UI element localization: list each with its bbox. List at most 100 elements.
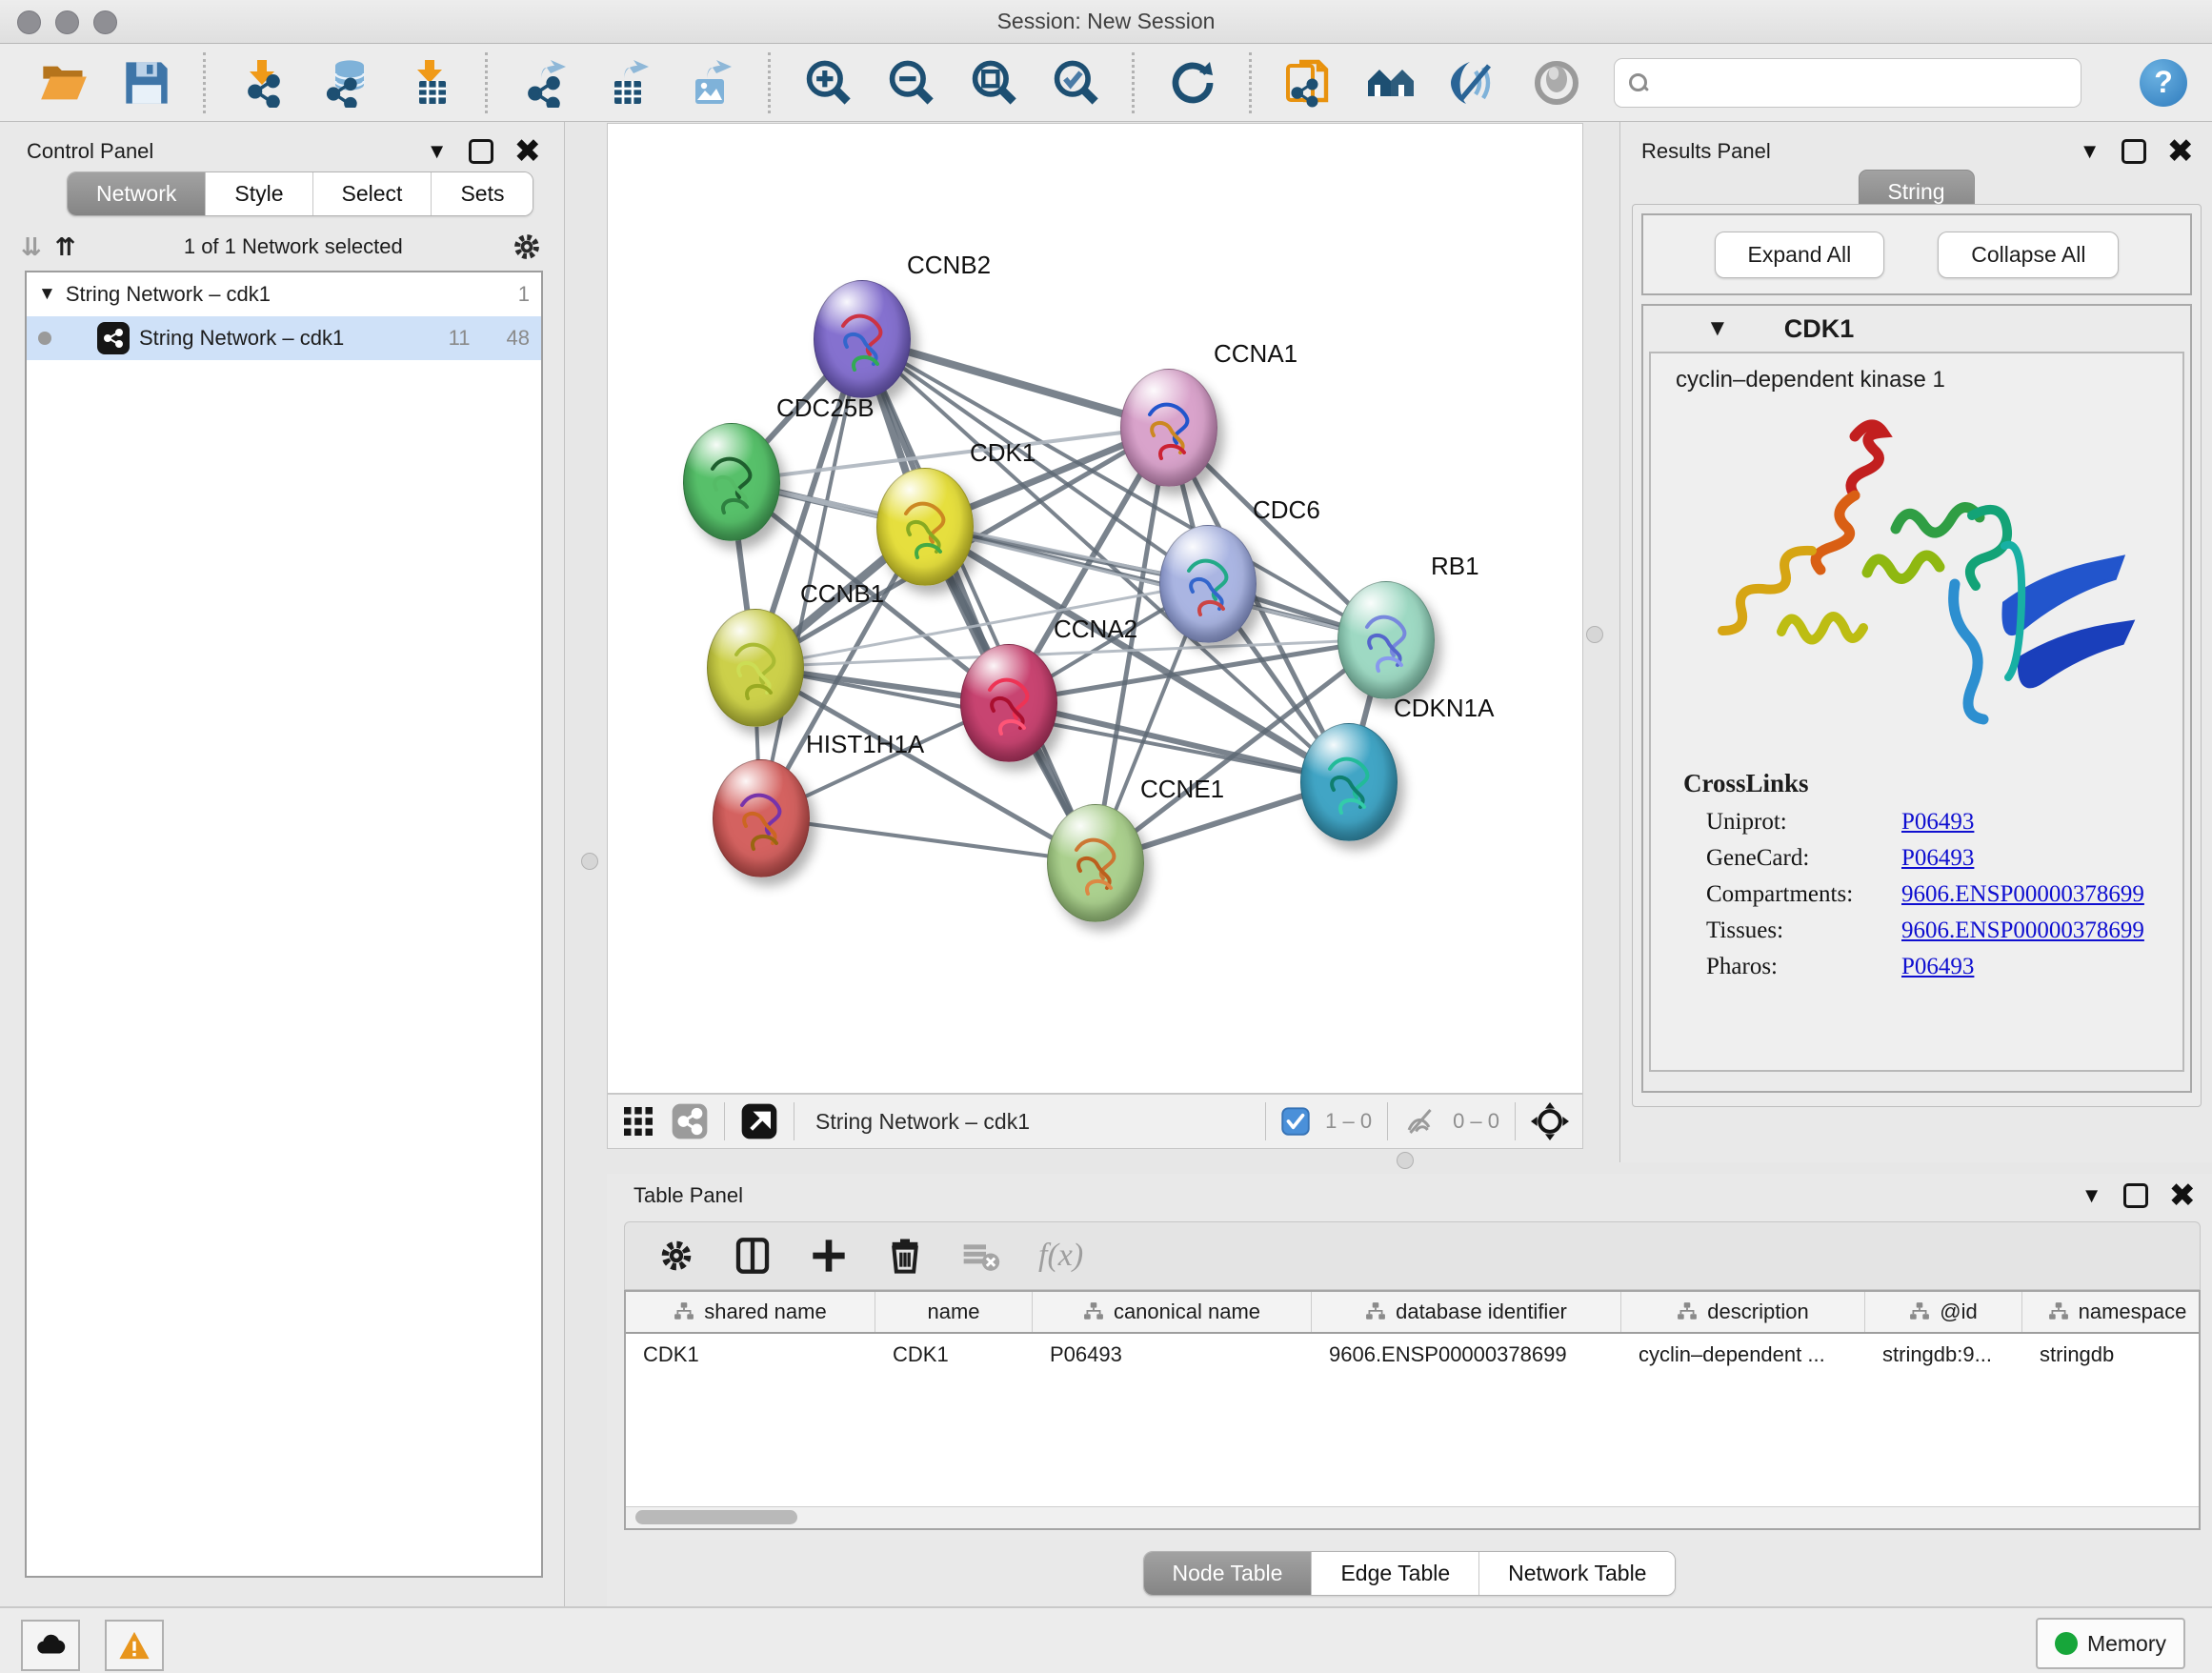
column-header-namespace[interactable]: namespace bbox=[2022, 1292, 2201, 1332]
table-cell[interactable]: 9606.ENSP00000378699 bbox=[1312, 1334, 1621, 1376]
delete-table-icon[interactable] bbox=[962, 1237, 1000, 1275]
tab-style[interactable]: Style bbox=[206, 172, 312, 215]
show-selection-icon[interactable] bbox=[1531, 56, 1582, 110]
collapse-all-icon[interactable]: ⇊ bbox=[21, 234, 42, 259]
hscrollbar-thumb[interactable] bbox=[635, 1510, 797, 1524]
collapse-entry-icon[interactable]: ▼ bbox=[1706, 315, 1729, 342]
export-network-icon[interactable] bbox=[519, 56, 571, 110]
cloud-status-button[interactable] bbox=[21, 1620, 80, 1671]
float-panel-icon[interactable]: ▼ bbox=[2081, 1185, 2102, 1206]
column-header-database-identifier[interactable]: database identifier bbox=[1312, 1292, 1621, 1332]
zoom-in-icon[interactable] bbox=[802, 56, 854, 110]
birdseye-view-icon[interactable] bbox=[740, 1102, 778, 1140]
column-header-name[interactable]: name bbox=[875, 1292, 1033, 1332]
tab-edge-table[interactable]: Edge Table bbox=[1312, 1552, 1479, 1595]
table-cell[interactable]: cyclin–dependent ... bbox=[1621, 1334, 1865, 1376]
table-cell[interactable]: CDK1 bbox=[875, 1334, 1033, 1376]
string-view-icon[interactable] bbox=[671, 1102, 709, 1140]
edge-CCNB2-CCNE1[interactable] bbox=[861, 338, 1095, 862]
node-CDC25B[interactable] bbox=[683, 423, 780, 541]
tab-network[interactable]: Network bbox=[68, 172, 206, 215]
column-header-@id[interactable]: @id bbox=[1865, 1292, 2022, 1332]
refresh-icon[interactable] bbox=[1166, 56, 1217, 110]
table-row[interactable]: CDK1CDK1P064939606.ENSP00000378699cyclin… bbox=[626, 1334, 2199, 1376]
column-header-shared-name[interactable]: shared name bbox=[626, 1292, 875, 1332]
node-CDC6[interactable] bbox=[1159, 525, 1257, 643]
zoom-out-icon[interactable] bbox=[884, 56, 935, 110]
export-table-icon[interactable] bbox=[602, 56, 654, 110]
zoom-selected-icon[interactable] bbox=[1050, 56, 1101, 110]
expand-all-icon[interactable]: ⇈ bbox=[55, 234, 76, 259]
import-network-icon[interactable] bbox=[237, 56, 289, 110]
show-columns-icon[interactable] bbox=[734, 1237, 772, 1275]
node-CDK1[interactable] bbox=[876, 468, 974, 586]
gene-entry-header[interactable]: ▼ CDK1 bbox=[1643, 306, 2190, 352]
selected-checkbox-icon[interactable] bbox=[1281, 1107, 1310, 1136]
crosslink-link[interactable]: P06493 bbox=[1901, 845, 1974, 872]
node-CDKN1A[interactable] bbox=[1300, 723, 1398, 841]
crosslink-link[interactable]: P06493 bbox=[1901, 809, 1974, 836]
network-canvas[interactable]: CCNB2 CCNA1 CDC25B CDK1 CDC6 RB1 CCNB1 bbox=[607, 123, 1583, 1094]
close-panel-icon[interactable]: ✖ bbox=[2167, 135, 2195, 168]
network-options-gear-icon[interactable] bbox=[511, 231, 543, 263]
crosslink-link[interactable]: 9606.ENSP00000378699 bbox=[1901, 917, 2144, 944]
import-database-icon[interactable] bbox=[320, 56, 372, 110]
column-header-description[interactable]: description bbox=[1621, 1292, 1865, 1332]
zoom-fit-icon[interactable] bbox=[967, 56, 1018, 110]
tab-sets[interactable]: Sets bbox=[432, 172, 533, 215]
hide-selection-icon[interactable] bbox=[1448, 56, 1499, 110]
node-RB1[interactable] bbox=[1337, 581, 1435, 699]
left-splitter-handle[interactable] bbox=[581, 853, 598, 870]
right-splitter-handle[interactable] bbox=[1586, 626, 1603, 643]
search-input[interactable] bbox=[1659, 70, 2067, 96]
node-CCNE1[interactable] bbox=[1047, 804, 1144, 922]
export-image-icon[interactable] bbox=[685, 56, 736, 110]
network-collection-row[interactable]: ▼ String Network – cdk1 1 bbox=[27, 272, 541, 316]
close-panel-icon[interactable]: ✖ bbox=[2169, 1179, 2197, 1212]
grid-view-icon[interactable] bbox=[621, 1104, 655, 1139]
maximize-panel-icon[interactable] bbox=[2123, 1183, 2148, 1208]
collection-expand-icon[interactable]: ▼ bbox=[38, 284, 56, 305]
toolbar-search[interactable] bbox=[1614, 58, 2081, 108]
table-hscrollbar[interactable] bbox=[626, 1506, 2199, 1528]
memory-button[interactable]: Memory bbox=[2036, 1618, 2185, 1669]
open-session-icon[interactable] bbox=[38, 56, 90, 110]
edge-CCNA2-CDKN1A[interactable] bbox=[1008, 702, 1348, 781]
node-CCNA1[interactable] bbox=[1120, 369, 1217, 487]
table-options-gear-icon[interactable] bbox=[657, 1237, 695, 1275]
import-table-icon[interactable] bbox=[403, 56, 454, 110]
collapse-all-button[interactable]: Collapse All bbox=[1938, 232, 2119, 278]
node-HIST1H1A[interactable] bbox=[713, 759, 810, 877]
table-cell[interactable]: CDK1 bbox=[626, 1334, 875, 1376]
help-button[interactable]: ? bbox=[2140, 59, 2187, 107]
node-CCNB2[interactable] bbox=[814, 280, 911, 398]
tab-select[interactable]: Select bbox=[313, 172, 432, 215]
node-CCNA2[interactable] bbox=[960, 644, 1057, 762]
home-icon[interactable] bbox=[1366, 56, 1418, 110]
float-panel-icon[interactable]: ▼ bbox=[2080, 141, 2101, 162]
maximize-panel-icon[interactable] bbox=[469, 139, 493, 164]
add-column-icon[interactable] bbox=[810, 1237, 848, 1275]
table-cell[interactable]: stringdb bbox=[2022, 1334, 2201, 1376]
maximize-panel-icon[interactable] bbox=[2122, 139, 2146, 164]
tab-node-table[interactable]: Node Table bbox=[1144, 1552, 1313, 1595]
crosslink-link[interactable]: P06493 bbox=[1901, 954, 1974, 980]
warning-status-button[interactable] bbox=[105, 1620, 164, 1671]
crosslink-link[interactable]: 9606.ENSP00000378699 bbox=[1901, 881, 2144, 908]
hidden-eye-icon[interactable] bbox=[1403, 1104, 1438, 1139]
function-builder-icon[interactable]: f(x) bbox=[1038, 1238, 1083, 1274]
float-panel-icon[interactable]: ▼ bbox=[427, 141, 448, 162]
save-session-icon[interactable] bbox=[121, 56, 172, 110]
table-cell[interactable]: stringdb:9... bbox=[1865, 1334, 2022, 1376]
fit-selected-crosshair-icon[interactable] bbox=[1531, 1102, 1569, 1140]
network-row[interactable]: String Network – cdk1 11 48 bbox=[27, 316, 541, 360]
node-CCNB1[interactable] bbox=[707, 609, 804, 727]
table-cell[interactable]: P06493 bbox=[1033, 1334, 1312, 1376]
expand-all-button[interactable]: Expand All bbox=[1715, 232, 1885, 278]
horizontal-splitter-handle[interactable] bbox=[1397, 1152, 1414, 1169]
string-document-icon[interactable] bbox=[1283, 56, 1335, 110]
column-header-canonical-name[interactable]: canonical name bbox=[1033, 1292, 1312, 1332]
delete-column-trash-icon[interactable] bbox=[886, 1237, 924, 1275]
tab-network-table[interactable]: Network Table bbox=[1479, 1552, 1675, 1595]
edge-HIST1H1A-CCNE1[interactable] bbox=[760, 817, 1095, 862]
